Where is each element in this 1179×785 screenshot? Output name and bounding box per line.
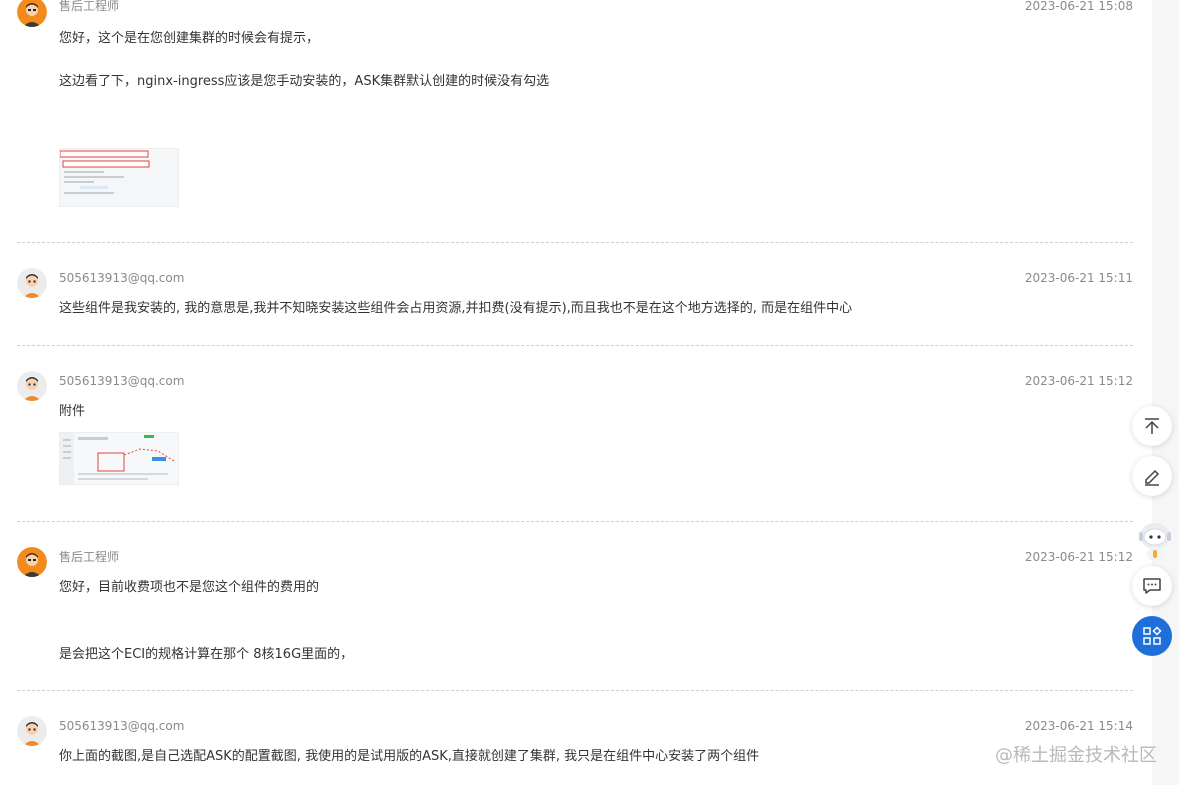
watermark: @稀土掘金技术社区	[995, 745, 1157, 766]
message-time: 2023-06-21 15:08	[1024, 0, 1133, 13]
message-text: 这些组件是我安装的, 我的意思是,我并不知晓安装这些组件会占用资源,并扣费(没有…	[59, 301, 853, 316]
message-author: 505613913@qq.com	[59, 719, 185, 733]
avatar	[17, 371, 47, 401]
message-author: 505613913@qq.com	[59, 374, 185, 388]
ticket-thread: 售后工程师 2023-06-21 15:08 您好，这个是在您创建集群的时候会有…	[0, 0, 1152, 785]
screenshot-thumbnail-icon	[60, 433, 178, 484]
user-avatar-icon	[17, 268, 47, 298]
avatar	[17, 547, 47, 577]
message-divider	[17, 521, 1133, 522]
assistant-robot-icon	[1139, 523, 1171, 561]
message-time: 2023-06-21 15:12	[1024, 550, 1133, 564]
message-author: 505613913@qq.com	[59, 271, 185, 285]
message-text: 是会把这个ECI的规格计算在那个 8核16G里面的，	[59, 647, 354, 662]
avatar	[17, 0, 47, 27]
feedback-icon	[1143, 578, 1161, 594]
message-author: 售后工程师	[59, 0, 120, 13]
page-scroll-gutter	[1152, 0, 1179, 785]
back-to-top-button[interactable]	[1132, 406, 1172, 446]
message-text: 你上面的截图,是自己选配ASK的配置截图, 我使用的是试用版的ASK,直接就创建…	[59, 749, 760, 764]
message-text: 这边看了下，nginx-ingress应该是您手动安装的，ASK集群默认创建的时…	[59, 74, 550, 89]
user-avatar-icon	[17, 716, 47, 746]
attachment-thumbnail[interactable]	[59, 148, 179, 207]
feedback-button[interactable]	[1132, 566, 1172, 606]
message-text: 附件	[59, 404, 86, 419]
screenshot-thumbnail-icon	[60, 149, 178, 206]
message-divider	[17, 242, 1133, 243]
message-text: 您好，这个是在您创建集群的时候会有提示，	[59, 31, 320, 46]
edit-button[interactable]	[1132, 456, 1172, 496]
user-avatar-icon	[17, 371, 47, 401]
message-divider	[17, 690, 1133, 691]
back-to-top-icon	[1145, 418, 1159, 434]
assistant-robot-button[interactable]	[1136, 518, 1174, 562]
apps-menu-button[interactable]	[1132, 616, 1172, 656]
message-divider	[17, 345, 1133, 346]
message-text: 您好，目前收费项也不是您这个组件的费用的	[59, 580, 320, 595]
message-author: 售后工程师	[59, 550, 120, 564]
engineer-avatar-icon	[17, 547, 47, 577]
edit-icon	[1145, 469, 1160, 486]
attachment-thumbnail[interactable]	[59, 432, 179, 485]
message-time: 2023-06-21 15:14	[1024, 719, 1133, 733]
engineer-avatar-icon	[17, 0, 47, 27]
message-time: 2023-06-21 15:12	[1024, 374, 1133, 388]
message-time: 2023-06-21 15:11	[1024, 271, 1133, 285]
apps-grid-icon	[1143, 626, 1162, 645]
avatar	[17, 268, 47, 298]
avatar	[17, 716, 47, 746]
